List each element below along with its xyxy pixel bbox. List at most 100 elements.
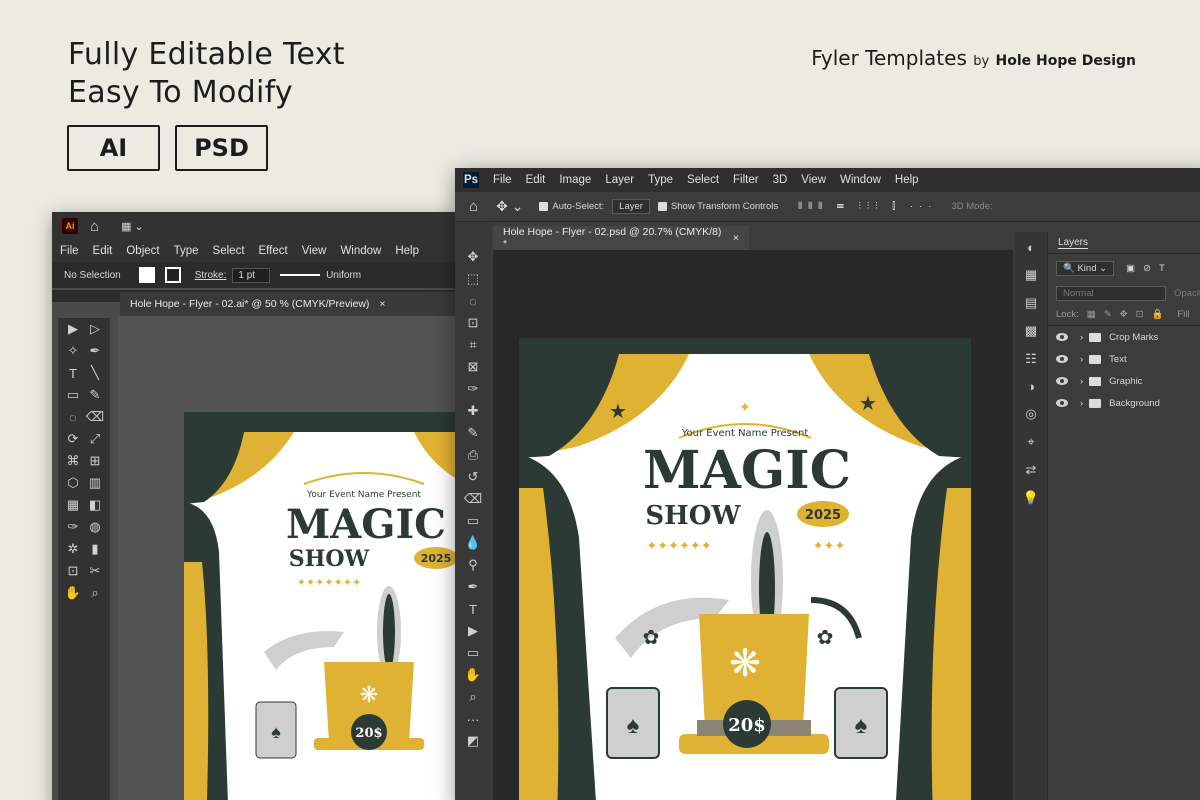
layers-panel-title[interactable]: Layers xyxy=(1058,237,1089,249)
ps-tab-close-icon[interactable]: × xyxy=(733,232,739,244)
visibility-eye-icon[interactable] xyxy=(1056,399,1068,407)
ps-pen-tool-icon[interactable]: ✒ xyxy=(462,576,484,598)
menu-type[interactable]: Type xyxy=(174,245,199,257)
ps-blur-tool-icon[interactable]: 💧 xyxy=(462,532,484,554)
expand-chevron-icon[interactable]: › xyxy=(1080,376,1083,387)
rectangle-tool-icon[interactable]: ▭ xyxy=(62,384,84,406)
ps-menu-file[interactable]: File xyxy=(493,174,512,186)
ps-shape-tool-icon[interactable]: ▭ xyxy=(462,642,484,664)
menu-view[interactable]: View xyxy=(302,245,327,257)
layer-filter-icons[interactable]: ▣⊘T xyxy=(1126,263,1173,274)
ps-menu-window[interactable]: Window xyxy=(840,174,881,186)
lock-icons[interactable]: ▦✎✥⊡🔒 xyxy=(1087,309,1172,320)
ps-object-select-icon[interactable]: ⊡ xyxy=(462,312,484,334)
color-panel-icon[interactable]: ◐ xyxy=(1027,240,1035,255)
shape-builder-icon[interactable]: ⬡ xyxy=(62,472,84,494)
learn-panel-icon[interactable]: 💡 xyxy=(1023,490,1039,506)
ps-eraser-icon[interactable]: ⌫ xyxy=(462,488,484,510)
menu-effect[interactable]: Effect xyxy=(259,245,288,257)
rotate-tool-icon[interactable]: ⟳ xyxy=(62,428,84,450)
ps-menu-filter[interactable]: Filter xyxy=(733,174,759,186)
gradient-panel-icon[interactable]: ▤ xyxy=(1025,295,1037,311)
ps-document-tab[interactable]: Hole Hope - Flyer - 02.psd @ 20.7% (CMYK… xyxy=(493,226,749,250)
ps-menu-layer[interactable]: Layer xyxy=(605,174,634,186)
scale-tool-icon[interactable]: ⤢ xyxy=(84,428,106,450)
ps-hand-tool-icon[interactable]: ✋ xyxy=(462,664,484,686)
menu-select[interactable]: Select xyxy=(213,245,245,257)
menu-edit[interactable]: Edit xyxy=(93,245,113,257)
stroke-profile[interactable]: Uniform xyxy=(326,270,361,281)
free-transform-icon[interactable]: ⊞ xyxy=(84,450,106,472)
stroke-weight-field[interactable]: 1 pt xyxy=(232,267,271,283)
ai-document-tab[interactable]: Hole Hope - Flyer - 02.ai* @ 50 % (CMYK/… xyxy=(120,292,470,316)
layer-row[interactable]: › Background xyxy=(1048,392,1200,414)
ps-home-icon[interactable]: ⌂ xyxy=(469,198,478,215)
width-tool-icon[interactable]: ⌘ xyxy=(62,450,84,472)
type-tool-icon[interactable]: T xyxy=(62,362,84,384)
slice-tool-icon[interactable]: ✂ xyxy=(84,560,106,582)
shaper-tool-icon[interactable]: ◌ xyxy=(62,406,84,428)
fill-swatch[interactable] xyxy=(138,267,155,283)
history-panel-icon[interactable]: ⇄ xyxy=(1026,462,1037,478)
ps-zoom-tool-icon[interactable]: ⌕ xyxy=(462,686,484,708)
expand-chevron-icon[interactable]: › xyxy=(1080,398,1083,409)
magic-wand-icon[interactable]: ✧ xyxy=(62,340,84,362)
mesh-tool-icon[interactable]: ▦ xyxy=(62,494,84,516)
selection-tool-icon[interactable]: ▶ xyxy=(62,318,84,340)
ps-menu-image[interactable]: Image xyxy=(559,174,591,186)
zoom-tool-icon[interactable]: ⌕ xyxy=(84,582,106,604)
ps-healing-brush-icon[interactable]: ✚ xyxy=(462,400,484,422)
ps-path-select-icon[interactable]: ▶ xyxy=(462,620,484,642)
ps-eyedropper-icon[interactable]: ✑ xyxy=(462,378,484,400)
graph-tool-icon[interactable]: ▮ xyxy=(84,538,106,560)
hand-tool-icon[interactable]: ✋ xyxy=(62,582,84,604)
ps-type-tool-icon[interactable]: T xyxy=(462,598,484,620)
layer-row[interactable]: › Graphic xyxy=(1048,370,1200,392)
perspective-grid-icon[interactable]: ▥ xyxy=(84,472,106,494)
layers-kind-dropdown[interactable]: 🔍 Kind ⌄ xyxy=(1056,260,1115,276)
ps-menu-select[interactable]: Select xyxy=(687,174,719,186)
artboard-tool-icon[interactable]: ⊡ xyxy=(62,560,84,582)
ps-marquee-tool-icon[interactable]: ⬚ xyxy=(462,268,484,290)
ps-menu-type[interactable]: Type xyxy=(648,174,673,186)
patterns-panel-icon[interactable]: ▩ xyxy=(1025,323,1037,339)
menu-file[interactable]: File xyxy=(60,245,79,257)
adjustments-panel-icon[interactable]: ◑ xyxy=(1027,379,1035,394)
eyedropper-icon[interactable]: ✑ xyxy=(62,516,84,538)
stroke-swatch[interactable] xyxy=(164,267,181,283)
ps-brush-tool-icon[interactable]: ✎ xyxy=(462,422,484,444)
direct-selection-tool-icon[interactable]: ▷ xyxy=(84,318,106,340)
paths-panel-icon[interactable]: ⌖ xyxy=(1027,434,1034,450)
ps-menu-help[interactable]: Help xyxy=(895,174,919,186)
blend-tool-icon[interactable]: ◍ xyxy=(84,516,106,538)
ps-more-tools-icon[interactable]: ··· xyxy=(462,708,484,730)
menu-help[interactable]: Help xyxy=(395,245,419,257)
ai-tab-close-icon[interactable]: × xyxy=(379,298,385,310)
symbol-sprayer-icon[interactable]: ✲ xyxy=(62,538,84,560)
channels-panel-icon[interactable]: ◎ xyxy=(1025,406,1036,422)
ps-menu-3d[interactable]: 3D xyxy=(773,174,788,186)
layer-row[interactable]: › Crop Marks xyxy=(1048,326,1200,348)
workspace-switcher-icon[interactable]: ▦ ⌄ xyxy=(121,220,144,233)
home-icon[interactable]: ⌂ xyxy=(90,218,99,235)
visibility-eye-icon[interactable] xyxy=(1056,377,1068,385)
auto-select-checkbox[interactable] xyxy=(539,202,549,211)
ai-canvas[interactable]: Your Event Name Present MAGIC SHOW 2025 … xyxy=(118,316,472,800)
ps-color-swatch-icon[interactable]: ◩ xyxy=(462,730,484,752)
expand-chevron-icon[interactable]: › xyxy=(1080,332,1083,343)
gradient-tool-icon[interactable]: ◧ xyxy=(84,494,106,516)
eraser-icon[interactable]: ⌫ xyxy=(84,406,106,428)
menu-window[interactable]: Window xyxy=(340,245,381,257)
ps-gradient-tool-icon[interactable]: ▭ xyxy=(462,510,484,532)
ps-lasso-tool-icon[interactable]: ◌ xyxy=(462,290,484,312)
expand-chevron-icon[interactable]: › xyxy=(1080,354,1083,365)
ps-clone-stamp-icon[interactable]: ⎙ xyxy=(462,444,484,466)
move-tool-icon[interactable]: ✥ ⌄ xyxy=(496,198,523,215)
pen-tool-icon[interactable]: ✒ xyxy=(84,340,106,362)
paintbrush-icon[interactable]: ✎ xyxy=(84,384,106,406)
ps-crop-tool-icon[interactable]: ⌗ xyxy=(462,334,484,356)
ps-history-brush-icon[interactable]: ↺ xyxy=(462,466,484,488)
line-tool-icon[interactable]: ╲ xyxy=(84,362,106,384)
layer-row[interactable]: › Text xyxy=(1048,348,1200,370)
visibility-eye-icon[interactable] xyxy=(1056,355,1068,363)
